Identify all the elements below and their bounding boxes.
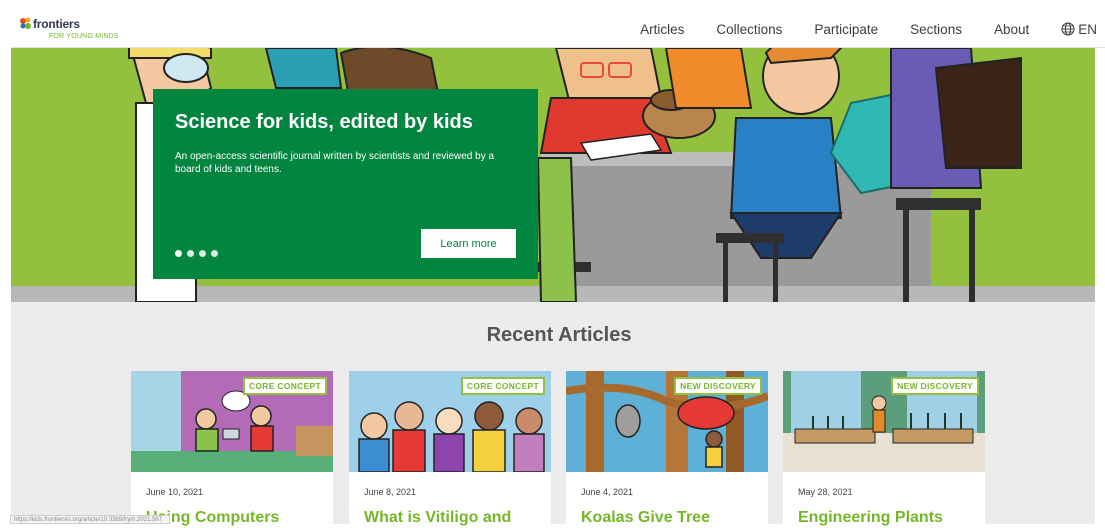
carousel-indicators [175, 250, 223, 257]
nav-item-articles[interactable]: Articles [640, 22, 684, 37]
article-badge: CORE CONCEPT [242, 377, 327, 395]
globe-icon [1061, 22, 1075, 36]
nav-item-collections[interactable]: Collections [716, 22, 782, 37]
article-date: June 4, 2021 [581, 487, 634, 497]
article-date: May 28, 2021 [798, 487, 853, 497]
article-thumbnail: NEW DISCOVERY [783, 371, 985, 472]
hero-title: Science for kids, edited by kids [175, 111, 473, 133]
browser-status-bar: https://kids.frontiersin.org/article/10.… [10, 515, 170, 524]
hero-card: Science for kids, edited by kids An open… [153, 89, 538, 279]
article-badge: CORE CONCEPT [460, 377, 545, 395]
top-navigation: frontiers FOR YOUNG MINDS Articles Colle… [11, 10, 1105, 48]
carousel-dot-1[interactable] [175, 250, 182, 257]
article-badge: NEW DISCOVERY [674, 377, 762, 395]
logo-subtitle: FOR YOUNG MINDS [49, 33, 119, 40]
language-selector[interactable]: EN [1061, 22, 1097, 37]
recent-articles-section: Recent Articles CORE CONCEPT June 10, 20… [11, 302, 1095, 531]
article-card[interactable]: CORE CONCEPT June 8, 2021 What is Vitili… [349, 371, 551, 531]
article-title[interactable]: Koalas Give Tree [581, 509, 710, 527]
article-card[interactable]: NEW DISCOVERY May 28, 2021 Engineering P… [783, 371, 985, 531]
article-title[interactable]: What is Vitiligo and [364, 509, 511, 527]
article-card[interactable]: NEW DISCOVERY June 4, 2021 Koalas Give T… [566, 371, 768, 531]
language-label: EN [1078, 21, 1097, 37]
learn-more-button[interactable]: Learn more [421, 229, 516, 258]
nav-item-about[interactable]: About [994, 22, 1029, 37]
logo-mark-icon [20, 17, 31, 29]
article-date: June 8, 2021 [364, 487, 417, 497]
carousel-dot-4[interactable] [211, 250, 218, 257]
article-thumbnail: NEW DISCOVERY [566, 371, 768, 472]
nav-item-sections[interactable]: Sections [910, 22, 962, 37]
window-top-strip [0, 0, 1105, 10]
article-card[interactable]: CORE CONCEPT June 10, 2021 Using Compute… [131, 371, 333, 531]
main-menu: Articles Collections Participate Section… [608, 10, 1097, 48]
article-thumbnail: CORE CONCEPT [131, 371, 333, 472]
carousel-dot-2[interactable] [187, 250, 194, 257]
logo-wordmark: frontiers [33, 17, 80, 31]
carousel-dot-3[interactable] [199, 250, 206, 257]
frontiers-logo[interactable]: frontiers FOR YOUNG MINDS [19, 15, 129, 43]
hero-banner: Science for kids, edited by kids An open… [11, 48, 1095, 302]
nav-item-participate[interactable]: Participate [814, 22, 878, 37]
hero-description: An open-access scientific journal writte… [175, 151, 495, 175]
recent-articles-heading: Recent Articles [486, 324, 632, 346]
article-date: June 10, 2021 [146, 487, 204, 497]
article-title[interactable]: Engineering Plants [798, 509, 943, 527]
article-badge: NEW DISCOVERY [891, 377, 979, 395]
article-thumbnail: CORE CONCEPT [349, 371, 551, 472]
